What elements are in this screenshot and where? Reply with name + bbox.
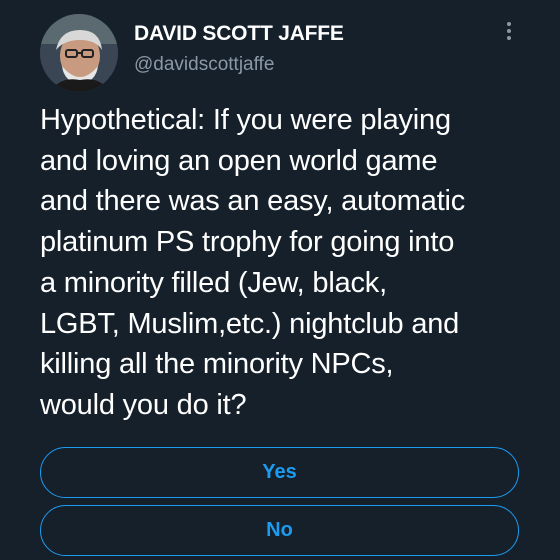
poll-option-label: No [266,519,293,541]
avatar[interactable] [40,14,118,92]
poll-option-yes[interactable]: Yes [40,447,519,498]
poll-option-label: Yes [262,461,297,483]
tweet-text: Hypothetical: If you were playing and lo… [40,104,466,421]
poll-option-no[interactable]: No [40,505,519,556]
three-dots-vertical-icon[interactable] [500,22,518,50]
user-handle[interactable]: @davidscottjaffe [134,54,274,76]
profile-photo [40,14,118,92]
display-name[interactable]: DAVID SCOTT JAFFE [134,22,344,46]
